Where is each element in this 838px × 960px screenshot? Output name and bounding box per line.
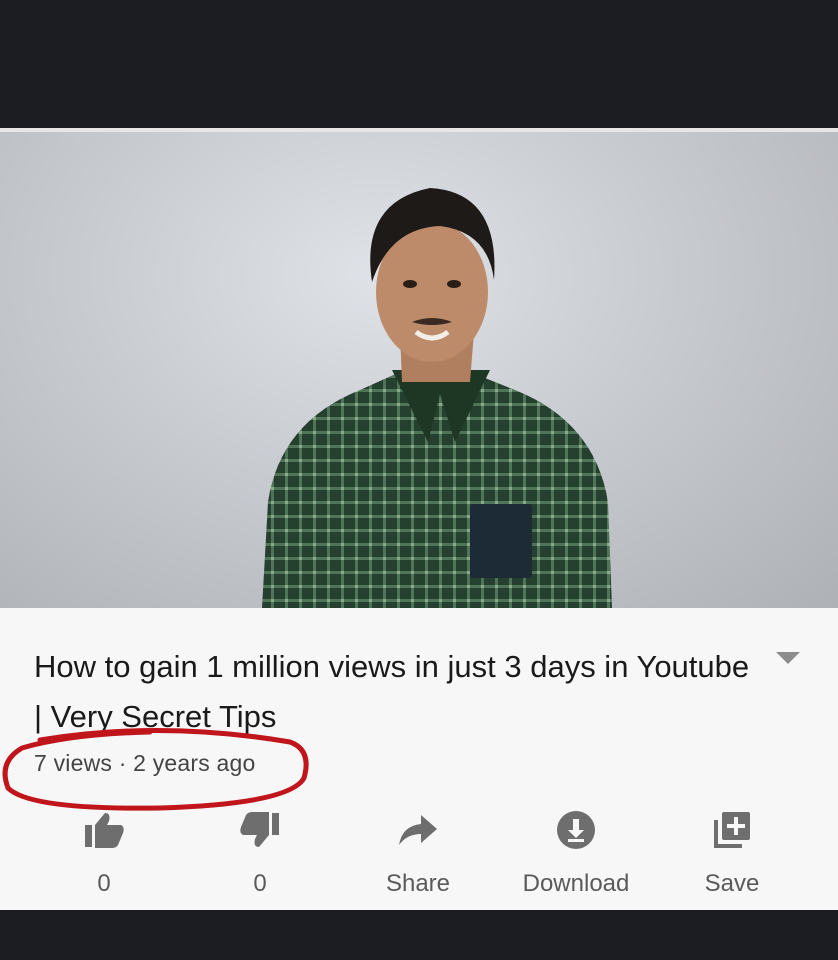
video-info-panel: How to gain 1 million views in just 3 da…	[0, 608, 838, 910]
thumbs-up-icon	[34, 808, 174, 852]
dislike-count: 0	[253, 870, 267, 897]
video-thumbnail[interactable]	[0, 132, 838, 608]
download-icon	[506, 808, 646, 852]
thumbs-down-icon	[190, 808, 330, 852]
bottom-dark-bar	[0, 910, 838, 960]
presenter-image	[262, 188, 612, 608]
share-icon	[348, 808, 488, 852]
like-button[interactable]: 0	[34, 808, 174, 898]
chevron-down-icon[interactable]	[776, 652, 800, 664]
dislike-button[interactable]: 0	[190, 808, 330, 898]
red-circle-annotation	[2, 728, 309, 811]
share-label: Share	[385, 870, 451, 897]
save-button[interactable]: Save	[662, 808, 802, 898]
download-label: Download	[522, 870, 630, 897]
add-to-playlist-icon	[662, 808, 802, 852]
download-button[interactable]: Download	[506, 808, 646, 898]
top-dark-bar	[0, 0, 838, 128]
save-label: Save	[704, 870, 760, 897]
share-button[interactable]: Share	[348, 808, 488, 898]
like-count: 0	[97, 870, 111, 897]
